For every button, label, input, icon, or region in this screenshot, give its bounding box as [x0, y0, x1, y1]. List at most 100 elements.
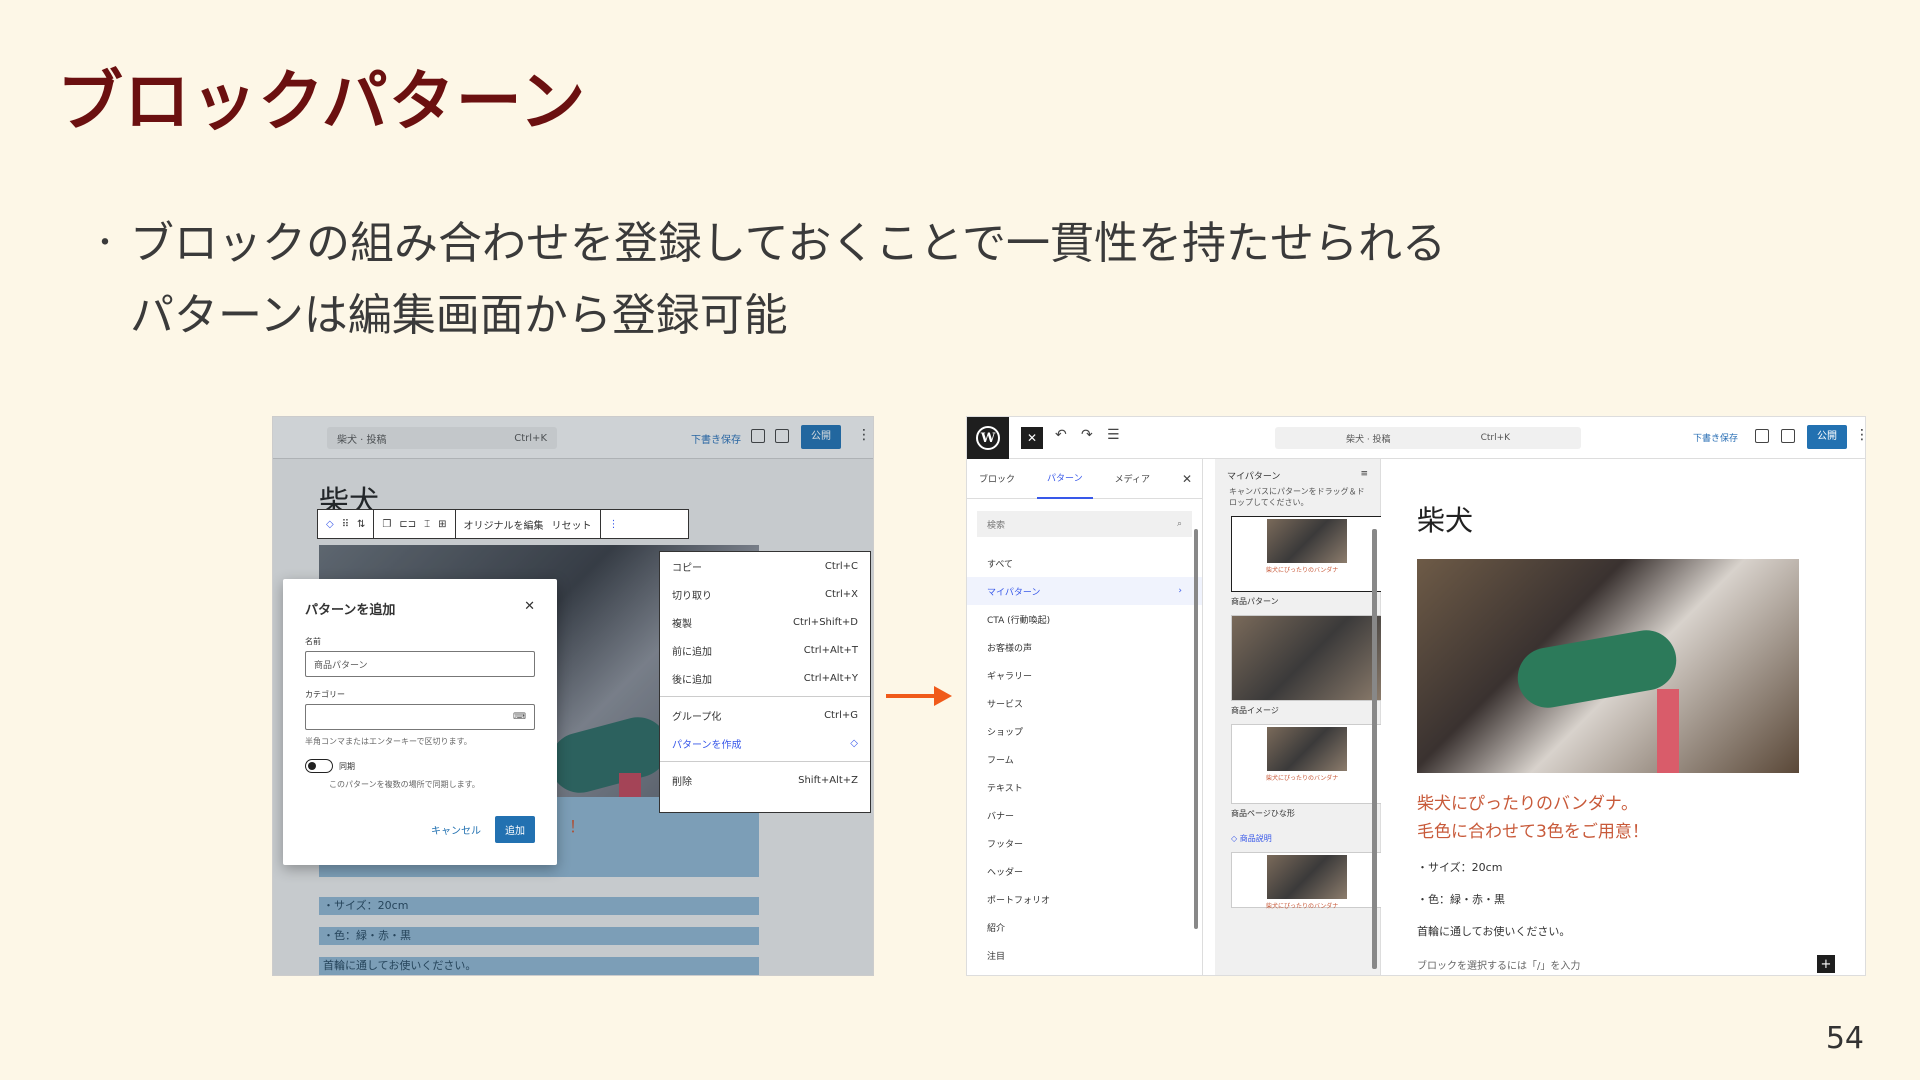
menu-item-group[interactable]: グループ化 Ctrl+G [660, 701, 870, 729]
scrollbar[interactable] [1194, 529, 1198, 929]
add-button[interactable]: 追加 [495, 816, 535, 843]
wordpress-logo-icon[interactable]: W [967, 417, 1009, 459]
publish-button[interactable]: 公開 [1807, 425, 1847, 449]
stack-icon[interactable]: ⌶ [424, 519, 430, 530]
pattern-card[interactable]: 柴犬にぴったりのバンダナ [1231, 724, 1383, 804]
list-line[interactable]: ・色：緑・赤・黒 [1417, 891, 1505, 907]
red-heading-line[interactable]: 柴犬にぴったりのバンダナ。 [1417, 789, 1638, 814]
close-inserter-icon[interactable]: ✕ [1021, 427, 1043, 449]
add-block-icon[interactable]: + [1817, 955, 1835, 973]
category-item[interactable]: フッター [967, 829, 1202, 857]
reset-button[interactable]: リセット [552, 517, 592, 532]
sync-toggle-row: 同期 [305, 759, 535, 773]
tab-blocks[interactable]: ブロック [979, 472, 1015, 485]
settings-panel-icon[interactable] [1781, 429, 1795, 443]
menu-item-cut[interactable]: 切り取り Ctrl+X [660, 580, 870, 608]
command-search-shortcut: Ctrl+K [1480, 433, 1511, 443]
menu-item-copy[interactable]: コピー Ctrl+C [660, 552, 870, 580]
post-title[interactable]: 柴犬 [1417, 499, 1473, 539]
tab-media[interactable]: メディア [1115, 472, 1150, 485]
undo-icon[interactable]: ↶ [1055, 427, 1067, 443]
category-item-my-patterns[interactable]: マイパターン › [967, 577, 1202, 605]
grid-icon[interactable]: ⊞ [438, 519, 446, 530]
category-item[interactable]: お客様の声 [967, 633, 1202, 661]
block-type-switcher[interactable]: ◇ ⠿ ⇅ [318, 510, 375, 538]
save-draft-button[interactable]: 下書き保存 [691, 431, 741, 446]
menu-shortcut: Ctrl+C [824, 560, 858, 572]
menu-label: グループ化 [672, 711, 722, 723]
list-line[interactable]: ・サイズ：20cm [1417, 859, 1502, 875]
command-search[interactable]: 柴犬 · 投稿 Ctrl+K [327, 427, 557, 449]
inserter-search-input[interactable]: 検索 ⌕ [977, 511, 1192, 537]
category-item[interactable]: ショップ [967, 717, 1202, 745]
block-alignment-tools[interactable]: ❐ ⊏⊐ ⌶ ⊞ [374, 510, 456, 538]
edit-original-button[interactable]: オリジナルを編集 リセット [456, 510, 601, 538]
category-item[interactable]: ギャラリー [967, 661, 1202, 689]
document-overview-icon[interactable]: ☰ [1107, 427, 1120, 443]
block-placeholder[interactable]: ブロックを選択するには「/」を入力 [1417, 957, 1580, 972]
block-options-icon[interactable]: ⋮ [601, 510, 627, 538]
menu-shortcut: Shift+Alt+Z [798, 774, 858, 786]
more-options-icon[interactable]: ⋮ [857, 427, 871, 443]
category-item[interactable]: サービス [967, 689, 1202, 717]
cancel-button[interactable]: キャンセル [431, 822, 481, 837]
pattern-name-value: 商品パターン [314, 660, 368, 671]
close-icon[interactable]: ✕ [524, 599, 535, 618]
pattern-card[interactable]: 柴犬にぴったりのバンダナ [1231, 516, 1383, 592]
menu-item-delete[interactable]: 削除 Shift+Alt+Z [660, 766, 870, 794]
menu-item-insert-after[interactable]: 後に追加 Ctrl+Alt+Y [660, 664, 870, 692]
category-label: カテゴリー [305, 690, 345, 699]
drag-handle-icon[interactable]: ⠿ [342, 519, 349, 530]
category-item[interactable]: 注目 [967, 941, 1202, 969]
edit-original-label: オリジナルを編集 [463, 520, 544, 532]
close-icon[interactable]: ✕ [1182, 472, 1192, 486]
list-line[interactable]: 首輪に通してお使いください。 [319, 957, 759, 975]
preview-icon[interactable] [1755, 429, 1769, 443]
menu-item-insert-before[interactable]: 前に追加 Ctrl+Alt+T [660, 636, 870, 664]
list-line[interactable]: ・サイズ：20cm [319, 897, 759, 915]
more-options-icon[interactable]: ⋮ [1855, 427, 1865, 443]
category-item[interactable]: フーム [967, 745, 1202, 773]
tab-patterns[interactable]: パターン [1037, 458, 1093, 499]
dialog-buttons: キャンセル 追加 [431, 816, 535, 843]
category-item[interactable]: テキスト [967, 773, 1202, 801]
settings-panel-icon[interactable] [775, 429, 789, 443]
category-item[interactable]: ポートフォリオ [967, 885, 1202, 913]
pattern-thumbnail [1267, 519, 1347, 563]
pattern-card[interactable]: 柴犬にぴったりのバンダナ [1231, 852, 1383, 910]
menu-shortcut: Ctrl+Alt+Y [803, 672, 858, 684]
category-label: マイパターン [987, 587, 1041, 598]
category-item[interactable]: CTA (行動喚起) [967, 605, 1202, 633]
list-line[interactable]: ・色：緑・赤・黒 [319, 927, 759, 945]
filter-icon[interactable]: ≡ [1360, 469, 1368, 482]
menu-item-create-pattern[interactable]: パターンを作成 ◇ [660, 729, 870, 757]
publish-button[interactable]: 公開 [801, 425, 841, 449]
category-item[interactable]: 紹介 [967, 913, 1202, 941]
menu-label: 後に追加 [672, 674, 712, 686]
pattern-thumbnail [1267, 855, 1347, 899]
columns-icon[interactable]: ⊏⊐ [399, 519, 416, 530]
pattern-name-input[interactable]: 商品パターン [305, 651, 535, 677]
copy-icon[interactable]: ❐ [382, 519, 391, 530]
category-item[interactable]: すべて [967, 549, 1202, 577]
dialog-title: パターンを追加 [305, 603, 396, 618]
command-search[interactable]: 柴犬 · 投稿 Ctrl+K [1275, 427, 1581, 449]
command-search-text: 柴犬 · 投稿 [337, 434, 387, 446]
category-item[interactable]: バナー [967, 801, 1202, 829]
paragraph[interactable]: 首輪に通してお使いください。 [1417, 923, 1570, 939]
category-item[interactable]: ヘッダー [967, 857, 1202, 885]
menu-item-duplicate[interactable]: 複製 Ctrl+Shift+D [660, 608, 870, 636]
category-input[interactable]: ⌨ [305, 704, 535, 730]
pattern-card[interactable] [1231, 615, 1384, 701]
sync-toggle[interactable] [305, 759, 333, 773]
name-label: 名前 [305, 637, 321, 646]
scrollbar[interactable] [1373, 529, 1377, 969]
dog-photo[interactable] [1417, 559, 1799, 773]
move-updown-icon[interactable]: ⇅ [357, 519, 365, 530]
preview-icon[interactable] [751, 429, 765, 443]
red-heading-line[interactable]: 毛色に合わせて3色をご用意！ [1417, 817, 1649, 842]
bullet-item: ・ ブロックの組み合わせを登録しておくことで一貫性を持たせられる [90, 208, 1446, 280]
save-draft-button[interactable]: 下書き保存 [1693, 431, 1738, 444]
sync-label: 同期 [339, 761, 355, 771]
redo-icon[interactable]: ↷ [1081, 427, 1093, 443]
